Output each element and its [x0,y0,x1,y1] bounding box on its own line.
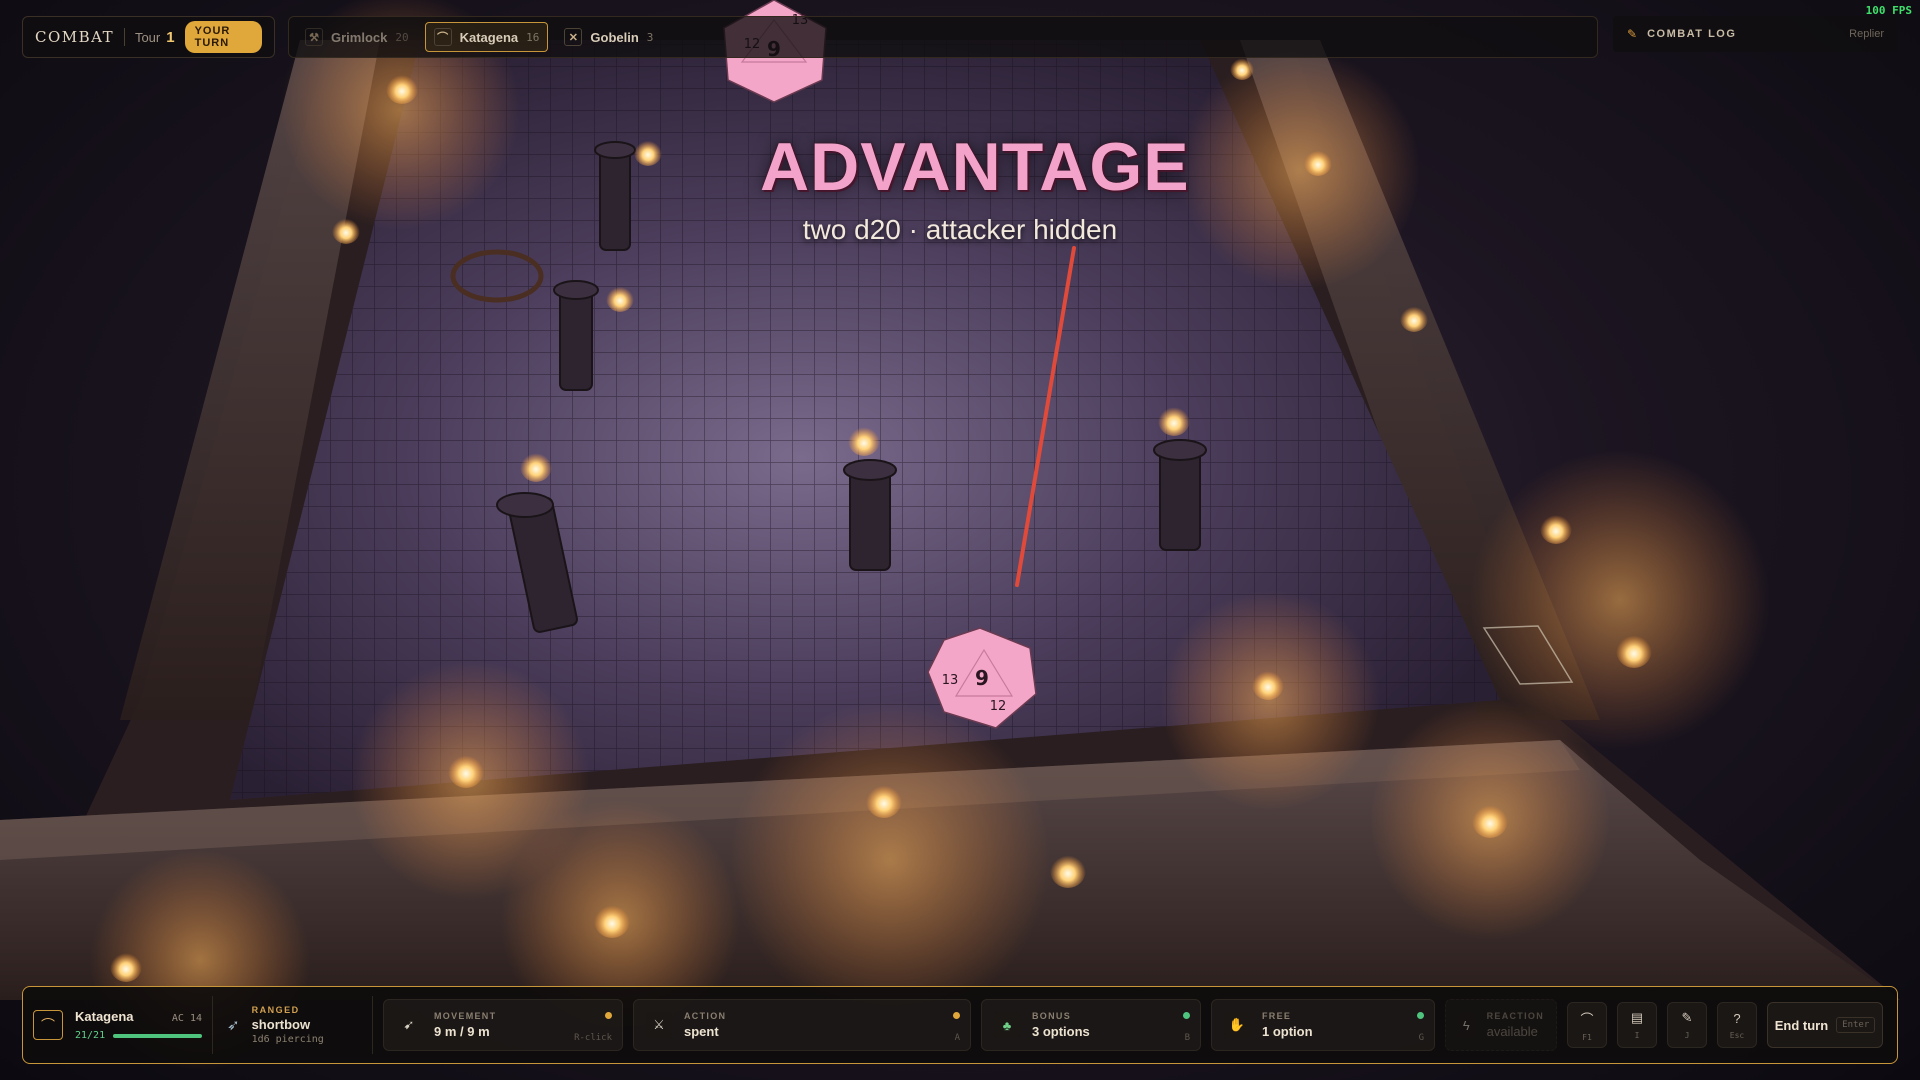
movement-label: MOVEMENT [434,1011,497,1021]
free-resource[interactable]: ✋ FREE 1 option G [1211,999,1435,1051]
svg-text:12: 12 [990,699,1007,714]
free-label: FREE [1262,1011,1292,1021]
weapon-kind: RANGED [251,1005,300,1015]
scroll-icon: ✎ [1681,1010,1693,1025]
svg-text:13: 13 [942,673,959,688]
turn-number: 1 [166,28,175,46]
initiative-tracker: ⚒ Grimlock 20 ⌒ Katagena 16 ✕ Gobelin 3 [288,16,1598,58]
reaction-resource[interactable]: ϟ REACTION available [1445,999,1557,1051]
character-sheet-button[interactable]: ⌒ F1 [1567,1002,1607,1048]
free-value: 1 option [1262,1024,1313,1039]
action-key: A [954,1033,960,1043]
advantage-banner-title: ADVANTAGE [760,129,1190,205]
bonus-status-dot [1183,1012,1190,1019]
hp-bar [113,1033,202,1038]
hotkey-label: J [1684,1031,1690,1040]
turn-label: Tour [134,29,161,45]
character-name: Katagena [75,1009,134,1024]
character-panel[interactable]: ⌒ Katagena AC 14 21/21 [33,996,213,1054]
hood-icon: ⌒ [33,1010,63,1040]
hood-icon: ⌒ [1580,1011,1594,1027]
movement-resource[interactable]: ➹ MOVEMENT 9 m / 9 m R-click [383,999,623,1051]
initiative-name: Gobelin [590,29,639,45]
backpack-icon: ▤ [1630,1010,1644,1025]
swords-icon: ⚔ [646,1012,672,1038]
axe-icon: ⚒ [305,28,323,46]
end-turn-button[interactable]: End turn Enter [1767,1002,1883,1048]
initiative-roll: 3 [646,30,654,44]
initiative-name: Grimlock [331,29,388,45]
combat-mode-title: COMBAT [35,28,115,46]
action-status-dot [953,1012,960,1019]
hand-icon: ✋ [1224,1012,1250,1038]
movement-value: 9 m / 9 m [434,1024,490,1039]
combat-log-title: COMBAT LOG [1647,28,1737,40]
help-button[interactable]: ? Esc [1717,1002,1757,1048]
initiative-roll: 20 [395,30,409,44]
movement-key: R-click [574,1033,612,1043]
combat-log-header[interactable]: ✎ COMBAT LOG Replier [1613,16,1898,52]
initiative-entry-gobelin[interactable]: ✕ Gobelin 3 [556,22,661,52]
hotkey-label: F1 [1582,1032,1592,1042]
journal-button[interactable]: ✎ J [1667,1002,1707,1048]
bonus-value: 3 options [1032,1024,1090,1039]
weapon-panel[interactable]: ➶ RANGED shortbow 1d6 piercing [223,996,373,1054]
movement-status-dot [605,1012,612,1019]
initiative-entry-grimlock[interactable]: ⚒ Grimlock 20 [297,22,417,52]
end-turn-hotkey: Enter [1836,1017,1876,1033]
combat-status-pill: COMBAT Tour 1 YOUR TURN [22,16,275,58]
initiative-name: Katagena [459,29,519,45]
svg-text:9: 9 [975,666,989,690]
initiative-entry-katagena[interactable]: ⌒ Katagena 16 [424,22,549,52]
reaction-label: REACTION [1486,1011,1544,1021]
hit-points: 21/21 [75,1030,106,1041]
inventory-button[interactable]: ▤ I [1617,1002,1657,1048]
weapon-damage: 1d6 piercing [251,1034,324,1045]
fps-counter: 100 FPS [1865,4,1912,17]
combat-log-collapse-button[interactable]: Replier [1849,28,1884,40]
quill-icon: ✎ [1627,27,1638,41]
action-value: spent [684,1024,719,1039]
action-bar: ⌒ Katagena AC 14 21/21 ➶ RANGED shortbow… [22,986,1898,1064]
action-label: ACTION [684,1011,727,1021]
bonus-key: B [1184,1033,1190,1043]
dagger-icon: ✕ [564,28,583,46]
action-resource[interactable]: ⚔ ACTION spent A [633,999,971,1051]
reaction-value: available [1486,1024,1538,1039]
potion-icon: ♣ [994,1012,1020,1038]
free-key: G [1418,1033,1424,1043]
hood-icon: ⌒ [433,28,452,46]
boot-icon: ➹ [396,1012,422,1038]
free-status-dot [1417,1012,1424,1019]
initiative-roll: 16 [526,30,540,44]
hotkey-label: I [1634,1031,1640,1040]
armor-class: AC 14 [171,1013,202,1024]
help-icon: ? [1733,1010,1741,1026]
bolt-icon: ϟ [1458,1012,1475,1038]
bonus-resource[interactable]: ♣ BONUS 3 options B [981,999,1201,1051]
weapon-name: shortbow [251,1017,311,1032]
advantage-banner-subtitle: two d20 · attacker hidden [802,214,1118,245]
hotkey-label: Esc [1729,1030,1745,1040]
hp-bar-fill [113,1033,202,1038]
bow-icon: ➶ [227,1017,240,1034]
end-turn-label: End turn [1774,1017,1829,1033]
bonus-label: BONUS [1032,1011,1072,1021]
your-turn-badge: YOUR TURN [184,21,262,53]
divider [124,28,125,46]
